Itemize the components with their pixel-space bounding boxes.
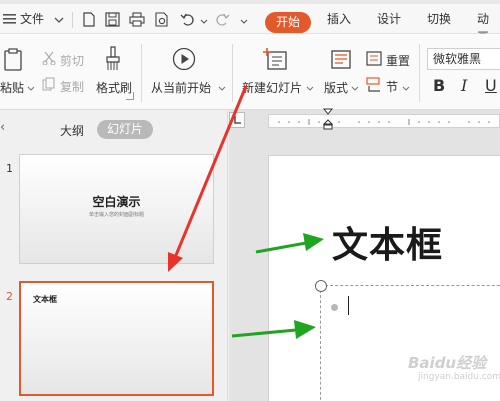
section-dropdown-icon[interactable] xyxy=(402,82,410,96)
reset-button[interactable]: 重置 xyxy=(386,52,410,69)
menu-bar: 文件 开始 插入 设计 切换 动画 xyxy=(0,0,500,44)
italic-button[interactable]: I xyxy=(461,76,467,95)
copy-button[interactable]: 复制 xyxy=(60,78,84,95)
horizontal-ruler[interactable] xyxy=(268,114,500,128)
menu-file[interactable]: 文件 xyxy=(20,10,44,28)
indent-marker-icon[interactable] xyxy=(322,108,334,133)
new-slide-button[interactable]: 新建幻灯片 xyxy=(242,79,302,96)
play-dropdown-icon[interactable] xyxy=(218,82,226,96)
slide-title[interactable]: 文本框 xyxy=(332,216,443,268)
slide-thumbnail-1[interactable]: 空白演示 单击输入您的封面副标题 xyxy=(19,154,214,264)
menu-lines-icon[interactable] xyxy=(3,13,17,27)
watermark-logo: Baidu经验 xyxy=(408,354,487,372)
paste-icon[interactable] xyxy=(2,48,24,75)
layout-icon[interactable] xyxy=(331,50,351,73)
slide-number: 2 xyxy=(6,290,13,303)
print-preview-icon[interactable] xyxy=(154,12,168,27)
format-painter-icon[interactable] xyxy=(102,46,124,75)
divider xyxy=(72,12,73,28)
section-button[interactable]: 节 xyxy=(386,78,398,95)
slide-number: 1 xyxy=(6,162,13,175)
undo-dropdown-icon[interactable] xyxy=(200,15,214,29)
scissors-icon[interactable] xyxy=(42,51,56,68)
divider xyxy=(419,44,420,102)
more-dropdown-icon[interactable] xyxy=(240,15,254,29)
redo-icon[interactable] xyxy=(214,12,230,26)
title-strip xyxy=(0,0,500,4)
chevron-down-icon[interactable] xyxy=(54,14,68,28)
divider xyxy=(141,44,142,102)
save-icon[interactable] xyxy=(105,12,120,27)
play-circle-icon[interactable] xyxy=(172,47,196,74)
text-box[interactable] xyxy=(320,285,500,401)
reset-icon[interactable] xyxy=(366,51,382,70)
copy-icon[interactable] xyxy=(42,77,56,94)
section-icon[interactable] xyxy=(366,77,382,96)
ribbon-toolbar xyxy=(0,34,500,110)
play-from-current-button[interactable]: 从当前开始 xyxy=(151,79,211,96)
cut-button[interactable]: 剪切 xyxy=(60,52,84,69)
paste-button[interactable]: 粘贴 xyxy=(0,79,24,96)
new-file-icon[interactable] xyxy=(82,12,96,27)
thumb-title: 空白演示 xyxy=(92,195,141,209)
tab-transition[interactable]: 切换 xyxy=(427,10,451,28)
underline-button[interactable]: U xyxy=(485,76,497,95)
new-slide-dropdown-icon[interactable] xyxy=(306,82,314,96)
tab-home[interactable]: 开始 xyxy=(265,12,311,33)
slide-thumbnail-2[interactable]: 文本框 xyxy=(19,281,214,396)
new-slide-icon[interactable] xyxy=(262,47,288,74)
layout-button[interactable]: 版式 xyxy=(324,79,348,96)
undo-icon[interactable] xyxy=(180,12,194,26)
divider xyxy=(232,44,233,102)
bold-button[interactable]: B xyxy=(433,76,445,95)
tab-insert[interactable]: 插入 xyxy=(327,10,351,28)
print-icon[interactable] xyxy=(129,12,145,27)
collapse-panel-icon[interactable]: ‹ xyxy=(0,120,5,135)
thumb-title: 文本框 xyxy=(33,295,57,304)
tab-outline[interactable]: 大纲 xyxy=(60,122,84,139)
layout-dropdown-icon[interactable] xyxy=(351,82,359,96)
tab-slides[interactable]: 幻灯片 xyxy=(97,120,153,139)
tab-stop-selector[interactable] xyxy=(229,112,245,128)
thumb-subtitle: 单击输入您的封面副标题 xyxy=(88,212,144,218)
paste-dropdown-icon[interactable] xyxy=(27,82,35,96)
resize-handle-icon[interactable] xyxy=(315,280,327,292)
font-name-field[interactable]: 微软雅黑 xyxy=(427,48,500,70)
tab-animation[interactable]: 动画 xyxy=(477,10,500,44)
tab-design[interactable]: 设计 xyxy=(377,10,401,28)
text-cursor xyxy=(348,296,349,315)
bullet-point-icon xyxy=(331,304,338,311)
group-expander-icon[interactable] xyxy=(126,92,134,100)
watermark-url: jingyan.baidu.com xyxy=(418,372,500,382)
